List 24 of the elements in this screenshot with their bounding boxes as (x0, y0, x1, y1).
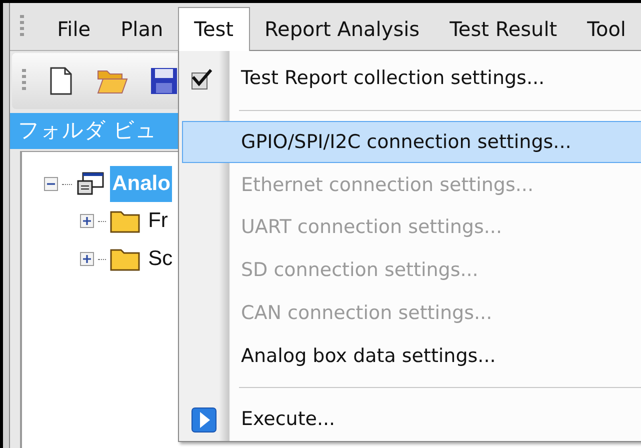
collapse-icon[interactable] (44, 177, 58, 191)
menu-item[interactable]: File (42, 6, 106, 50)
menu-item[interactable]: Report Analysis (250, 6, 435, 50)
menu-item[interactable]: Test Result (434, 6, 572, 50)
folder-icon (110, 209, 140, 233)
computer-icon (76, 171, 104, 197)
tree-item[interactable]: Sc (148, 243, 173, 275)
tree-item[interactable]: Fr (148, 205, 168, 237)
save-icon[interactable] (150, 67, 178, 95)
menu-option[interactable]: GPIO/SPI/I2C connection settings... (182, 120, 641, 164)
menu-option[interactable]: Analog box data settings... (182, 334, 641, 378)
menu-item[interactable]: Test (178, 6, 250, 50)
panel-title: フォルダ ビュ (18, 117, 157, 144)
grip-icon (20, 14, 24, 38)
new-file-icon[interactable] (48, 66, 74, 96)
folder-icon (110, 247, 140, 271)
grip-icon (22, 69, 26, 93)
menu-option[interactable]: Execute... (182, 398, 641, 441)
expand-icon[interactable] (80, 214, 94, 228)
expand-icon[interactable] (80, 252, 94, 266)
menu-option[interactable]: Test Report collection settings... (182, 57, 641, 100)
menu-item[interactable]: Tool (572, 6, 641, 50)
play-icon (191, 407, 217, 434)
menu-item[interactable]: Plan (106, 6, 178, 50)
